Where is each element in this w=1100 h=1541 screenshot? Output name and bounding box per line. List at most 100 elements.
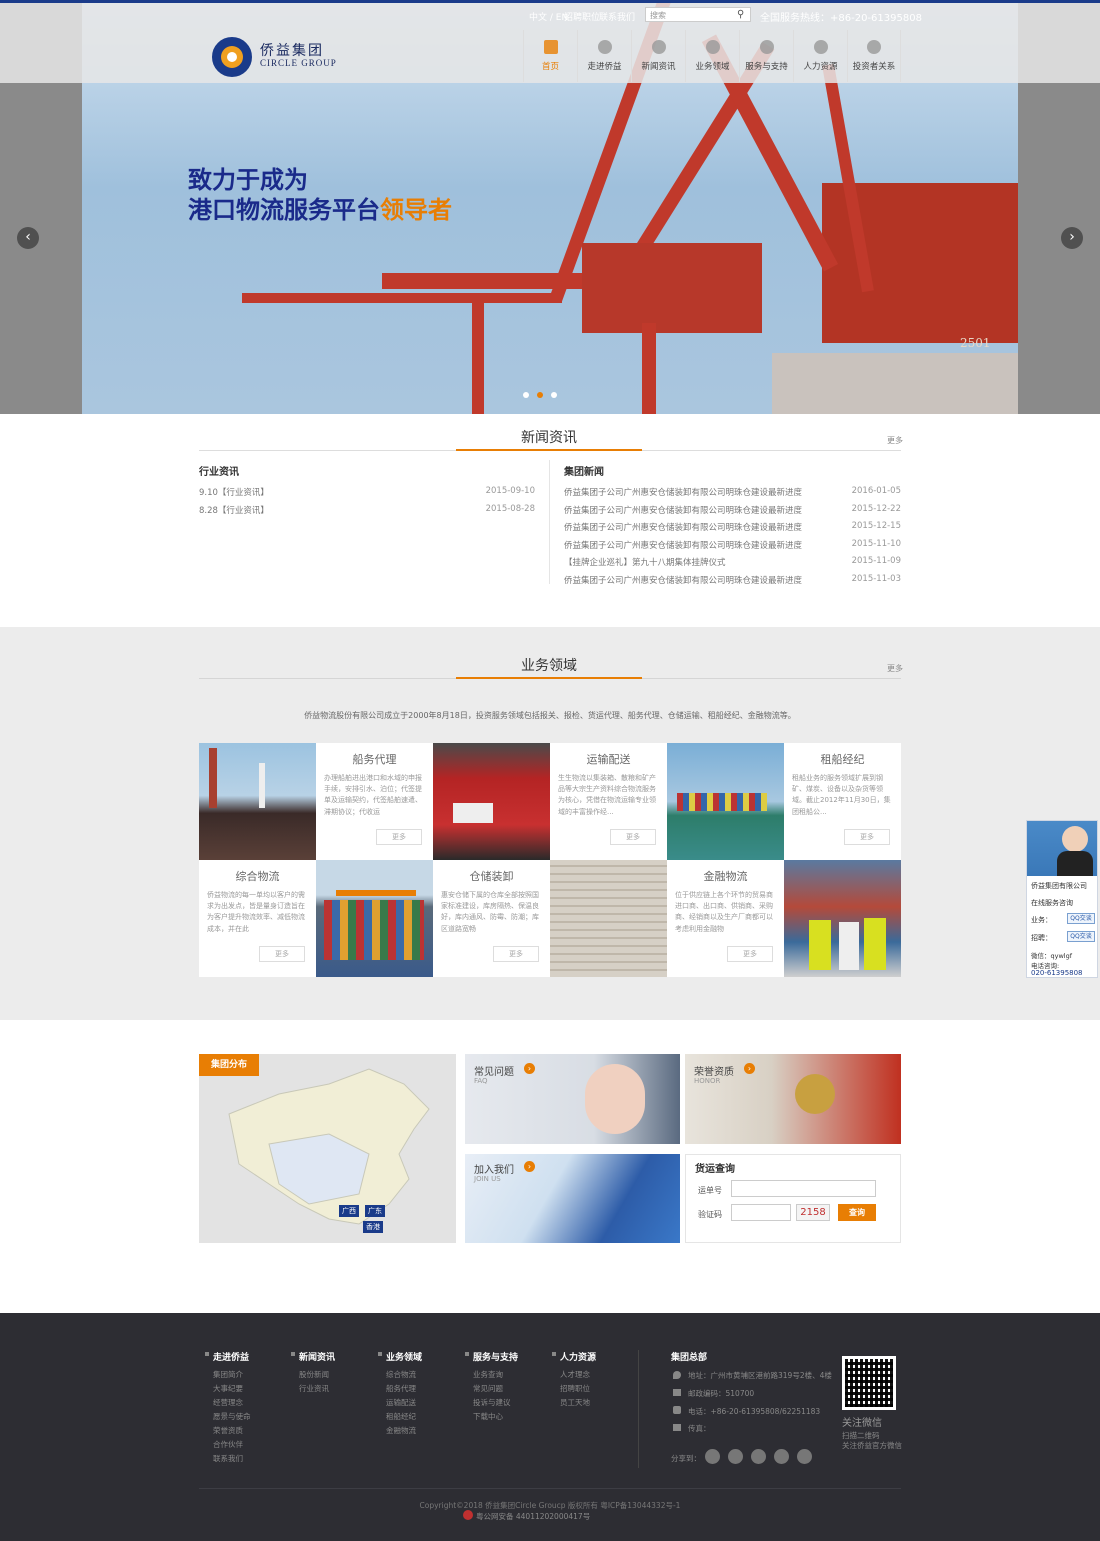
footer-bottom-divider [199, 1488, 901, 1489]
hq-phone: 电话：+86-20-61395808/62251183 [688, 1407, 821, 1416]
more-button[interactable]: 更多 [376, 829, 422, 845]
list-item[interactable]: 侨益集团子公司广州惠安仓储装卸有限公司明珠仓建设最新进度 2015-11-10 [564, 539, 901, 557]
footer-link[interactable]: 人才理念 [560, 1368, 590, 1382]
footer-link[interactable]: 运输配送 [386, 1396, 416, 1410]
footer-link[interactable]: 业务查询 [473, 1368, 511, 1382]
slider-dot[interactable] [523, 392, 529, 398]
footer-link[interactable]: 集团简介 [213, 1368, 251, 1382]
list-item[interactable]: 侨益集团子公司广州惠安仓储装卸有限公司明珠仓建设最新进度 2015-12-22 [564, 504, 901, 522]
tile-ship-agency[interactable]: 船务代理 办理船舶进出港口和水域的申报手续，安排引水、泊位；代签提单及运输契约，… [316, 743, 433, 860]
footer-link[interactable]: 股份新闻 [299, 1368, 329, 1382]
police-record[interactable]: 粤公网安备 44011202000417号 [476, 1511, 590, 1522]
nav-hr[interactable]: 人力资源 [793, 30, 847, 82]
business-more-link[interactable]: 更多 [887, 663, 903, 674]
faq-panel[interactable]: 常见问题 FAQ › [465, 1054, 680, 1144]
bullet-icon [465, 1352, 469, 1356]
footer-col-title[interactable]: 走进侨益 [213, 1350, 249, 1363]
list-item[interactable]: 侨益集团子公司广州惠安仓储装卸有限公司明珠仓建设最新进度 2015-11-03 [564, 574, 901, 592]
footer-link[interactable]: 船务代理 [386, 1382, 416, 1396]
more-button[interactable]: 更多 [259, 946, 305, 962]
more-button[interactable]: 更多 [844, 829, 890, 845]
footer-link[interactable]: 投诉与建议 [473, 1396, 511, 1410]
slider-prev-button[interactable]: ‹ [17, 227, 39, 249]
slider-dot-active[interactable] [537, 392, 543, 398]
join-panel[interactable]: 加入我们 JOIN US › [465, 1154, 680, 1243]
tile-transport[interactable]: 运输配送 生生物流以集装箱、散粮和矿产品等大宗生产资料综合物流服务为核心，凭借在… [550, 743, 667, 860]
footer-link[interactable]: 下载中心 [473, 1410, 511, 1424]
footer-link[interactable]: 愿景与使命 [213, 1410, 251, 1424]
nav-investor[interactable]: 投资者关系 [847, 30, 901, 82]
footer-link[interactable]: 招聘职位 [560, 1382, 590, 1396]
fax-icon [673, 1424, 681, 1431]
news-more-link[interactable]: 更多 [887, 435, 903, 446]
tencent-weibo-icon[interactable] [751, 1449, 766, 1464]
footer-col-business: 综合物流 船务代理 运输配送 租船经纪 金融物流 [386, 1368, 416, 1438]
industry-news-list: 9.10【行业资讯】 2015-09-10 8.28【行业资讯】 2015-08-2… [199, 486, 535, 521]
honor-subtitle: HONOR [694, 1077, 721, 1085]
footer-col-title[interactable]: 业务领域 [386, 1350, 422, 1363]
tile-chartering[interactable]: 租船经纪 租船业务的服务领域扩展到钢矿、煤炭、设备以及杂货等领域。截止2012年… [784, 743, 901, 860]
slider-next-button[interactable]: › [1061, 227, 1083, 249]
recruit-link[interactable]: 招聘职位 [564, 10, 600, 23]
home-icon [543, 40, 558, 54]
footer-link[interactable]: 金融物流 [386, 1424, 416, 1438]
nav-about[interactable]: 走进侨益 [577, 30, 631, 82]
baidu-icon[interactable] [774, 1449, 789, 1464]
list-item[interactable]: 9.10【行业资讯】 2015-09-10 [199, 486, 535, 504]
nav-service[interactable]: 服务与支持 [739, 30, 793, 82]
search-icon[interactable]: ⚲ [737, 9, 744, 20]
tile-integrated-logistics[interactable]: 综合物流 侨益物流的每一单均以客户的需求为出发点，皆是量身订造旨在为客户提升物流… [199, 860, 316, 977]
tile-warehousing[interactable]: 仓储装卸 惠安仓储下属的仓库全部按照国家标准建设，库房隔热、保温良好，库内通风、… [433, 860, 550, 977]
captcha-image[interactable]: 2158 [796, 1204, 830, 1221]
footer-link[interactable]: 合作伙伴 [213, 1438, 251, 1452]
qq-chat-business-button[interactable]: QQ交谈 [1067, 913, 1095, 924]
qzone-icon[interactable] [728, 1449, 743, 1464]
footer-link[interactable]: 荣誉资质 [213, 1424, 251, 1438]
list-item[interactable]: 侨益集团子公司广州惠安仓储装卸有限公司明珠仓建设最新进度 2015-12-15 [564, 521, 901, 539]
qq-chat-recruit-button[interactable]: QQ交谈 [1067, 931, 1095, 942]
map-label-guangdong[interactable]: 广东 [365, 1205, 385, 1217]
contact-link[interactable]: 联系我们 [599, 10, 635, 23]
footer-link[interactable]: 大事纪要 [213, 1382, 251, 1396]
footer-col-title[interactable]: 人力资源 [560, 1350, 596, 1363]
honor-panel[interactable]: 荣誉资质 HONOR › [685, 1054, 901, 1144]
service-phone: 020-61395808 [1031, 969, 1083, 977]
logo-icon[interactable] [212, 37, 252, 77]
footer-link[interactable]: 综合物流 [386, 1368, 416, 1382]
waybill-input[interactable] [731, 1180, 876, 1197]
footer-link[interactable]: 行业资讯 [299, 1382, 329, 1396]
footer-link[interactable]: 联系我们 [213, 1452, 251, 1466]
list-item[interactable]: 8.28【行业资讯】 2015-08-28 [199, 504, 535, 522]
query-button[interactable]: 查询 [838, 1204, 876, 1221]
captcha-input[interactable] [731, 1204, 791, 1221]
footer-link[interactable]: 租船经纪 [386, 1410, 416, 1424]
list-item[interactable]: 侨益集团子公司广州惠安仓储装卸有限公司明珠仓建设最新进度 2016-01-05 [564, 486, 901, 504]
nav-business[interactable]: 业务领域 [685, 30, 739, 82]
atom-icon [759, 40, 774, 54]
nav-news[interactable]: 新闻资讯 [631, 30, 685, 82]
more-button[interactable]: 更多 [727, 946, 773, 962]
nav-home[interactable]: 首页 [523, 30, 577, 82]
more-button[interactable]: 更多 [610, 829, 656, 845]
footer-link[interactable]: 员工天地 [560, 1396, 590, 1410]
language-switch[interactable]: 中文 / EN [529, 10, 568, 23]
footer-link[interactable]: 常见问题 [473, 1382, 511, 1396]
footer-col-title[interactable]: 服务与支持 [473, 1350, 518, 1363]
list-item[interactable]: 【挂牌企业巡礼】第九十八期集体挂牌仪式 2015-11-09 [564, 556, 901, 574]
bullet-icon [291, 1352, 295, 1356]
honor-title: 荣誉资质 [694, 1067, 734, 1078]
tile-finance-logistics[interactable]: 金融物流 位于供应链上各个环节的贸易商进口商、出口商、供销商、采购商、经销商以及… [667, 860, 784, 977]
group-map-panel[interactable]: 集团分布 广西 广东 香港 [199, 1054, 456, 1243]
map-label-hongkong[interactable]: 香港 [363, 1221, 383, 1233]
service-business-label: 业务： [1031, 916, 1052, 924]
footer-link[interactable]: 经营理念 [213, 1396, 251, 1410]
more-button[interactable]: 更多 [493, 946, 539, 962]
weibo-icon[interactable] [705, 1449, 720, 1464]
footer-col-hr: 人才理念 招聘职位 员工天地 [560, 1368, 590, 1410]
map-label-guangxi[interactable]: 广西 [339, 1205, 359, 1217]
search-input[interactable]: 搜索 [645, 7, 751, 22]
slider-dot[interactable] [551, 392, 557, 398]
footer-col-title[interactable]: 新闻资讯 [299, 1350, 335, 1363]
douban-icon[interactable] [797, 1449, 812, 1464]
footer-col-about: 集团简介 大事纪要 经营理念 愿景与使命 荣誉资质 合作伙伴 联系我们 [213, 1368, 251, 1466]
